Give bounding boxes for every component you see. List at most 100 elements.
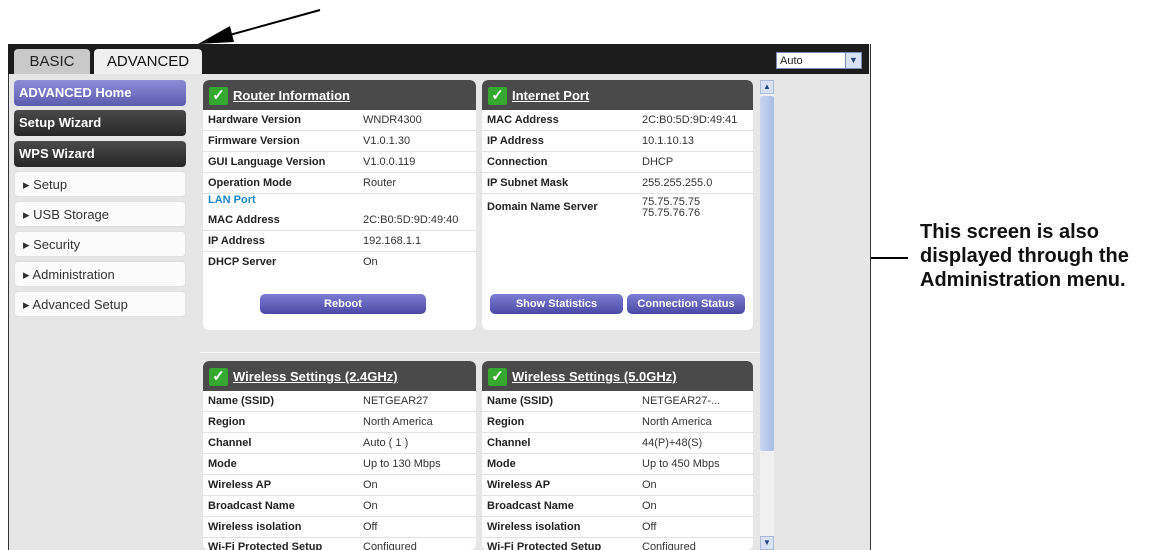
row-value: North America bbox=[363, 416, 433, 428]
table-row: Domain Name Server 75.75.75.75 75.75.76.… bbox=[482, 194, 753, 228]
row-label: Channel bbox=[487, 437, 531, 449]
wireless-settings-50-title[interactable]: Wireless Settings (5.0GHz) bbox=[512, 369, 677, 384]
reboot-button[interactable]: Reboot bbox=[260, 294, 426, 314]
row-label: MAC Address bbox=[487, 114, 559, 126]
table-row: Name (SSID) NETGEAR27 bbox=[203, 391, 476, 412]
check-icon: ✓ bbox=[488, 368, 507, 386]
sidebar-item-usb-storage[interactable]: ▸ USB Storage bbox=[14, 201, 186, 227]
row-value: On bbox=[363, 500, 378, 512]
table-row: Operation Mode Router bbox=[203, 173, 476, 194]
row-value: NETGEAR27 bbox=[363, 395, 429, 407]
row-value: On bbox=[642, 500, 657, 512]
sidebar-item-advanced-setup[interactable]: ▸ Advanced Setup bbox=[14, 291, 186, 317]
row-label: Hardware Version bbox=[208, 114, 301, 126]
annotation-caption: This screen is also displayed through th… bbox=[920, 221, 1129, 291]
row-label: Firmware Version bbox=[208, 135, 300, 147]
internet-port-title[interactable]: Internet Port bbox=[512, 88, 589, 103]
row-value: Configured bbox=[363, 541, 417, 550]
table-row: Region North America bbox=[482, 412, 753, 433]
row-label: Name (SSID) bbox=[208, 395, 275, 407]
check-icon: ✓ bbox=[488, 87, 507, 105]
row-label: Connection bbox=[487, 156, 548, 168]
language-select-value: Auto bbox=[780, 55, 803, 67]
table-row: Channel Auto ( 1 ) bbox=[203, 433, 476, 454]
table-row: MAC Address 2C:B0:5D:9D:49:41 bbox=[482, 110, 753, 131]
table-row: Connection DHCP bbox=[482, 152, 753, 173]
row-value: WNDR4300 bbox=[363, 114, 422, 126]
sidebar-item-security[interactable]: ▸ Security bbox=[14, 231, 186, 257]
row-value: On bbox=[363, 479, 378, 491]
router-information-header: ✓ Router Information bbox=[203, 80, 476, 110]
row-value: 75.75.75.75 75.75.76.76 bbox=[642, 197, 700, 219]
table-row: Wireless isolation Off bbox=[203, 517, 476, 538]
table-row: Broadcast Name On bbox=[482, 496, 753, 517]
table-row: Wi-Fi Protected Setup Configured bbox=[482, 537, 753, 550]
scroll-up-icon[interactable]: ▲ bbox=[760, 80, 774, 94]
table-row: Firmware Version V1.0.1.30 bbox=[203, 131, 476, 152]
table-row: Wireless AP On bbox=[203, 475, 476, 496]
router-information-title[interactable]: Router Information bbox=[233, 88, 350, 103]
show-statistics-button[interactable]: Show Statistics bbox=[490, 294, 623, 314]
chevron-down-icon[interactable]: ▼ bbox=[845, 53, 861, 68]
row-label: Channel bbox=[208, 437, 252, 449]
table-row: DHCP Server On bbox=[203, 252, 476, 272]
row-label: Wireless AP bbox=[487, 479, 551, 491]
row-value: Configured bbox=[642, 541, 696, 550]
sidebar-item-administration[interactable]: ▸ Administration bbox=[14, 261, 186, 287]
tab-basic[interactable]: BASIC bbox=[14, 49, 90, 74]
lan-port-heading: LAN Port bbox=[203, 192, 476, 208]
row-value: NETGEAR27-... bbox=[642, 395, 721, 407]
table-row: IP Address 192.168.1.1 bbox=[203, 231, 476, 252]
row-value: Up to 450 Mbps bbox=[642, 458, 720, 470]
row-label: MAC Address bbox=[208, 214, 280, 226]
scroll-down-icon[interactable]: ▼ bbox=[760, 536, 774, 550]
table-row: Hardware Version WNDR4300 bbox=[203, 110, 476, 131]
row-label: Region bbox=[208, 416, 246, 428]
check-icon: ✓ bbox=[209, 87, 228, 105]
row-label: GUI Language Version bbox=[208, 156, 326, 168]
tab-advanced[interactable]: ADVANCED bbox=[94, 49, 202, 74]
row-label: Domain Name Server bbox=[487, 201, 598, 213]
row-label: Wi-Fi Protected Setup bbox=[208, 541, 323, 550]
internet-port-panel: ✓ Internet Port MAC Address 2C:B0:5D:9D:4… bbox=[482, 80, 753, 330]
sidebar-item-setup[interactable]: ▸ Setup bbox=[14, 171, 186, 197]
wireless-settings-24-header: ✓ Wireless Settings (2.4GHz) bbox=[203, 361, 476, 391]
sidebar-item-wps-wizard[interactable]: WPS Wizard bbox=[14, 141, 186, 167]
wireless-settings-50-panel: ✓ Wireless Settings (5.0GHz) Name (SSID)… bbox=[482, 361, 753, 550]
arrow-to-advanced-tab bbox=[198, 9, 321, 44]
row-value: V1.0.1.30 bbox=[363, 135, 411, 147]
table-row: Region North America bbox=[203, 412, 476, 433]
wireless-settings-24-title[interactable]: Wireless Settings (2.4GHz) bbox=[233, 369, 398, 384]
lan-port-label: LAN Port bbox=[208, 194, 256, 206]
row-label: Mode bbox=[208, 458, 237, 470]
router-information-panel: ✓ Router Information Hardware Version WND… bbox=[203, 80, 476, 330]
table-row: Wireless isolation Off bbox=[482, 517, 753, 538]
row-value: Auto ( 1 ) bbox=[363, 437, 409, 449]
table-row: IP Subnet Mask 255.255.255.0 bbox=[482, 173, 753, 194]
table-row: Wireless AP On bbox=[482, 475, 753, 496]
vertical-scrollbar[interactable]: ▲ ▼ bbox=[760, 80, 774, 550]
row-value: 192.168.1.1 bbox=[363, 235, 422, 247]
wireless-settings-24-panel: ✓ Wireless Settings (2.4GHz) Name (SSID)… bbox=[203, 361, 476, 550]
row-label: Mode bbox=[487, 458, 516, 470]
sidebar-item-setup-wizard[interactable]: Setup Wizard bbox=[14, 110, 186, 136]
row-label: Operation Mode bbox=[208, 177, 292, 189]
table-row: Mode Up to 130 Mbps bbox=[203, 454, 476, 475]
language-select[interactable]: Auto ▼ bbox=[776, 52, 862, 69]
table-row: GUI Language Version V1.0.0.119 bbox=[203, 152, 476, 173]
wireless-settings-50-header: ✓ Wireless Settings (5.0GHz) bbox=[482, 361, 753, 391]
row-label: IP Address bbox=[208, 235, 265, 247]
row-value: 2C:B0:5D:9D:49:40 bbox=[363, 214, 459, 226]
row-value: 44(P)+48(S) bbox=[642, 437, 703, 449]
row-label: Broadcast Name bbox=[208, 500, 295, 512]
row-label: Name (SSID) bbox=[487, 395, 554, 407]
dns-secondary: 75.75.76.76 bbox=[642, 207, 701, 219]
sidebar-item-advanced-home[interactable]: ADVANCED Home bbox=[14, 80, 186, 106]
divider bbox=[200, 352, 760, 353]
row-label: Broadcast Name bbox=[487, 500, 574, 512]
scrollbar-thumb[interactable] bbox=[760, 96, 774, 451]
check-icon: ✓ bbox=[209, 368, 228, 386]
row-label: Wi-Fi Protected Setup bbox=[487, 541, 602, 550]
connection-status-button[interactable]: Connection Status bbox=[627, 294, 745, 314]
row-value: Off bbox=[363, 521, 378, 533]
